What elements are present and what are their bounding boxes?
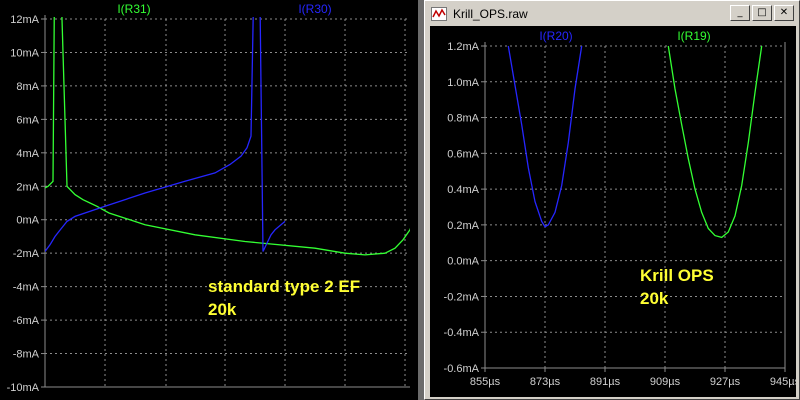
y-tick-label: 0.0mA [447, 256, 479, 268]
x-tick-label: 909µs [650, 376, 681, 388]
minimize-button[interactable]: _ [730, 5, 750, 21]
left-waveform-chart[interactable]: 12mA 10mA 8mA 6mA 4mA 2mA 0mA -2mA -4mA -6mA -8mA -… [0, 0, 418, 400]
y-tick-label: -4mA [13, 282, 40, 294]
y-tick-label: -2mA [13, 248, 40, 260]
y-tick-label: -6mA [13, 315, 40, 327]
y-tick-label: -10mA [7, 382, 40, 394]
legend-label: I(R30) [298, 2, 331, 16]
annotation-text: 20k [640, 289, 669, 308]
y-tick-label: 1.0mA [447, 77, 479, 89]
y-tick-label: 0.8mA [447, 113, 479, 125]
minimize-icon: _ [737, 7, 743, 18]
close-button[interactable]: ✕ [774, 5, 794, 21]
legend-label: I(R19) [677, 29, 710, 43]
window-title: Krill_OPS.raw [453, 6, 528, 21]
y-tick-label: 6mA [16, 114, 39, 126]
y-tick-label: 1.2mA [447, 41, 479, 53]
series-line-ir19 [667, 45, 763, 239]
right-plot-pane[interactable]: 1.2mA 1.0mA 0.8mA 0.6mA 0.4mA 0.2mA 0.0mA -0.2m… [430, 26, 796, 397]
y-tick-label: 2mA [16, 181, 39, 193]
krill-ops-window[interactable]: Krill_OPS.raw _ □ ✕ 1.2mA 1.0mA 0.8mA 0.6mA… [424, 0, 800, 400]
series-line-ir30 [45, 17, 286, 252]
left-plot-pane[interactable]: 12mA 10mA 8mA 6mA 4mA 2mA 0mA -2mA -4mA -6mA -8mA -… [0, 0, 418, 400]
x-tick-label: 873µs [530, 376, 561, 388]
x-tick-label: 855µs [470, 376, 501, 388]
maximize-button[interactable]: □ [752, 5, 772, 21]
y-tick-label: 4mA [16, 148, 39, 160]
y-tick-label: 0.4mA [447, 184, 479, 196]
x-tick-label: 891µs [590, 376, 621, 388]
waveform-icon [431, 6, 447, 21]
close-icon: ✕ [779, 7, 789, 18]
y-tick-label: 0.6mA [447, 148, 479, 160]
y-tick-label: 8mA [16, 81, 39, 93]
right-waveform-chart[interactable]: 1.2mA 1.0mA 0.8mA 0.6mA 0.4mA 0.2mA 0.0mA -0.2m… [430, 26, 796, 397]
annotation-text: 20k [208, 300, 237, 319]
series-line-ir31 [45, 17, 410, 256]
y-tick-label: -8mA [13, 349, 40, 361]
window-titlebar[interactable]: Krill_OPS.raw _ □ ✕ [427, 3, 797, 24]
legend-label: I(R20) [539, 29, 572, 43]
x-tick-label: 945µs [770, 376, 796, 388]
annotation-text: Krill OPS [640, 266, 714, 285]
y-tick-label: -0.2mA [444, 291, 480, 303]
annotation-text: standard type 2 EF [208, 277, 360, 296]
maximize-icon: □ [757, 7, 767, 18]
y-tick-label: 0mA [16, 215, 39, 227]
x-tick-label: 927µs [710, 376, 741, 388]
y-tick-label: -0.4mA [444, 327, 480, 339]
y-tick-label: 10mA [10, 47, 39, 59]
y-tick-label: 12mA [10, 14, 39, 26]
y-tick-label: -0.6mA [444, 363, 480, 375]
y-tick-label: 0.2mA [447, 220, 479, 232]
legend-label: I(R31) [117, 2, 150, 16]
